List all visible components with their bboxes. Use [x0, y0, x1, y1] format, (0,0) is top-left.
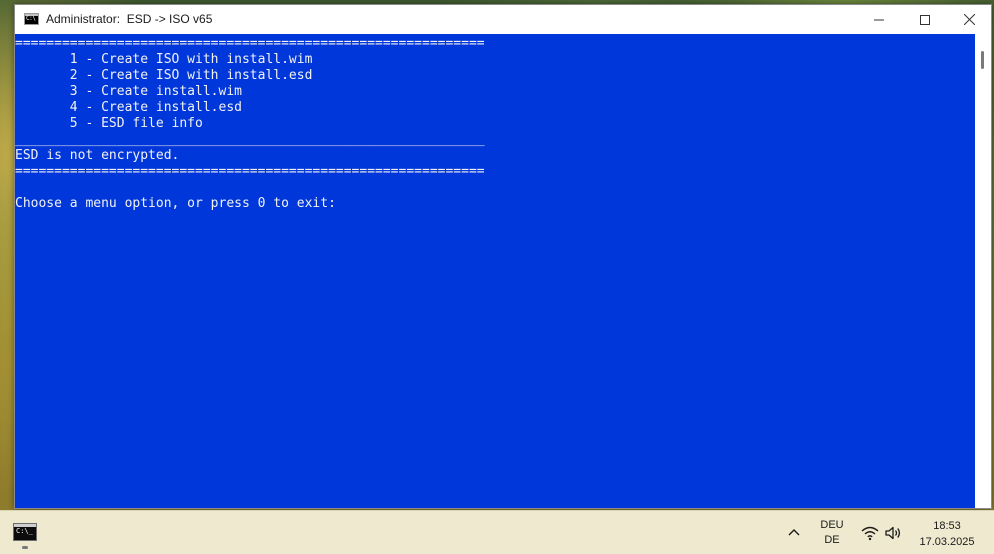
- menu-option-4: 4 - Create install.esd: [15, 100, 242, 115]
- wifi-icon[interactable]: [860, 524, 880, 542]
- separator-line-bottom: ========================================…: [15, 164, 485, 179]
- language-code: DEU: [820, 519, 844, 531]
- cmd-icon[interactable]: C:\: [24, 13, 39, 25]
- clock-date: 17.03.2025: [919, 536, 975, 548]
- system-clock[interactable]: 18:53 17.03.2025: [912, 518, 982, 550]
- scrollbar-thumb[interactable]: [981, 51, 984, 69]
- chevron-up-icon[interactable]: [785, 524, 803, 542]
- minimize-icon: [874, 19, 884, 20]
- cmd-icon: C:\_: [13, 523, 37, 541]
- underscore-divider: ________________________________________…: [15, 132, 485, 147]
- menu-option-1: 1 - Create ISO with install.wim: [15, 52, 313, 67]
- minimize-button[interactable]: [856, 5, 902, 34]
- clock-time: 18:53: [933, 520, 961, 532]
- running-indicator: [22, 546, 28, 549]
- console-window[interactable]: C:\ Administrator: ESD -> ISO v65 ======…: [14, 4, 992, 509]
- speaker-icon[interactable]: [883, 524, 903, 542]
- maximize-icon: [920, 14, 930, 25]
- input-language-indicator[interactable]: DEU DE: [815, 518, 849, 548]
- keyboard-layout: DE: [824, 534, 840, 546]
- taskbar: C:\_ DEU DE 18:53 17.03.2025: [0, 510, 994, 554]
- maximize-button[interactable]: [902, 5, 948, 34]
- encryption-status: ESD is not encrypted.: [15, 148, 180, 163]
- close-icon: [963, 14, 975, 25]
- close-button[interactable]: [946, 5, 992, 34]
- vertical-scrollbar[interactable]: [975, 34, 991, 508]
- console-output[interactable]: ========================================…: [15, 34, 975, 508]
- taskbar-console-app[interactable]: C:\_: [10, 520, 40, 550]
- title-bar[interactable]: C:\ Administrator: ESD -> ISO v65: [15, 5, 991, 34]
- separator-line-top: ========================================…: [15, 36, 485, 51]
- input-prompt[interactable]: Choose a menu option, or press 0 to exit…: [15, 196, 975, 212]
- menu-option-3: 3 - Create install.wim: [15, 84, 242, 99]
- window-title: Administrator: ESD -> ISO v65: [46, 12, 213, 26]
- menu-option-2: 2 - Create ISO with install.esd: [15, 68, 313, 83]
- menu-option-5: 5 - ESD file info: [15, 116, 203, 131]
